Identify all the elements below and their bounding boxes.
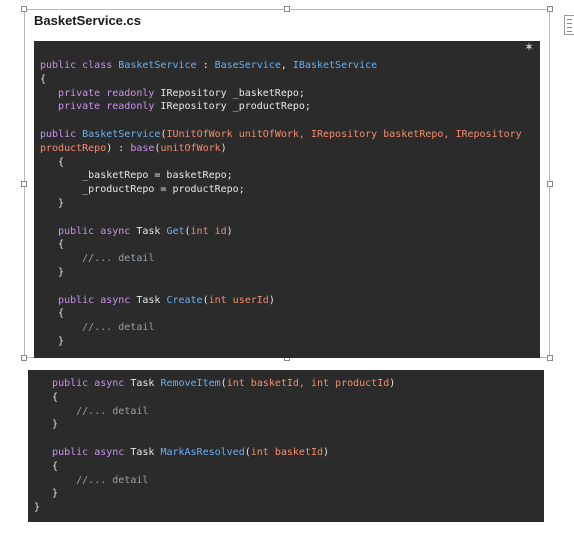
code-line: //... detail: [40, 321, 540, 335]
code-token: RemoveItem: [160, 378, 221, 389]
code-token: :: [196, 60, 215, 71]
code-token: public async: [40, 225, 137, 237]
code-token: public: [40, 128, 83, 140]
code-token: unitOfWork: [160, 142, 221, 154]
code-line: _basketRepo = basketRepo;: [40, 169, 540, 183]
code-line: {: [34, 460, 544, 474]
code-line: {: [40, 307, 540, 321]
code-line: private readonly IRepository _basketRepo…: [40, 87, 540, 101]
file-title: BasketService.cs: [34, 13, 141, 28]
code-token: }: [34, 419, 59, 431]
code-token: int id: [190, 225, 227, 237]
code-token: }: [40, 266, 65, 278]
code-token: BasketService: [118, 60, 197, 71]
code-token: int basketId, int productId: [226, 378, 390, 389]
resize-handle-top-left[interactable]: [21, 6, 27, 12]
code-token: //... detail: [40, 253, 155, 265]
code-token: {: [40, 239, 65, 251]
code-token: {: [40, 73, 47, 85]
code-token: BasketService: [82, 128, 161, 140]
code-line: {: [34, 391, 544, 405]
resize-handle-bottom-right[interactable]: [547, 355, 553, 361]
code-line: }: [40, 266, 540, 280]
code-token: int basketId: [250, 446, 324, 458]
code-token: Task: [130, 378, 161, 389]
code-line: public class BasketService : BaseService…: [40, 59, 540, 73]
code-token: }: [40, 197, 65, 209]
code-line: public async Task Get(int id): [40, 225, 540, 239]
code-line: {: [40, 238, 540, 252]
code-token: private readonly: [40, 101, 161, 113]
code-token: //... detail: [34, 474, 149, 486]
code-token: Get: [166, 225, 185, 237]
code-line: }: [40, 335, 540, 349]
code-token: public async: [34, 446, 131, 458]
code-line: public async Task Create(int userId): [40, 294, 540, 308]
code-token: IUnitOfWork unitOfWork, IRepository bask…: [166, 128, 522, 140]
code-block-bottom[interactable]: public async Task RemoveItem(int basketI…: [28, 370, 544, 522]
code-line: //... detail: [34, 474, 544, 488]
resize-handle-bottom-left[interactable]: [21, 355, 27, 361]
list-icon[interactable]: [564, 15, 574, 35]
code-token: {: [34, 460, 59, 472]
code-line: }: [34, 501, 544, 515]
scatter-icon[interactable]: ✶: [521, 40, 537, 54]
code-token: IRepository _productRepo;: [160, 101, 311, 113]
code-token: MarkAsResolved: [160, 446, 245, 458]
code-token: ): [268, 294, 275, 306]
code-token: IRepository _basketRepo;: [160, 87, 305, 99]
code-line: productRepo) : base(unitOfWork): [40, 142, 540, 156]
code-token: public class: [40, 60, 119, 71]
code-line: public async Task MarkAsResolved(int bas…: [34, 446, 544, 460]
code-token: public async: [34, 378, 131, 389]
resize-handle-top-center[interactable]: [284, 6, 290, 12]
code-token: public async: [40, 294, 137, 306]
code-token: {: [40, 308, 65, 320]
code-token: }: [34, 502, 41, 514]
code-token: }: [34, 488, 59, 500]
code-line: {: [40, 73, 540, 87]
code-line: //... detail: [34, 405, 544, 419]
code-token: //... detail: [40, 322, 155, 334]
code-token: {: [40, 156, 65, 168]
code-token: ): [323, 446, 330, 458]
code-token: Task: [136, 294, 167, 306]
code-token: _basketRepo = basketRepo;: [40, 170, 233, 182]
code-token: ): [389, 378, 396, 389]
code-token: Task: [130, 446, 161, 458]
code-token: private readonly: [40, 87, 161, 99]
resize-handle-middle-right[interactable]: [547, 181, 553, 187]
code-token: base: [130, 142, 155, 154]
code-token: IBasketService: [292, 60, 378, 71]
code-token: _productRepo = productRepo;: [40, 184, 245, 196]
code-token: {: [34, 391, 59, 403]
resize-handle-top-right[interactable]: [547, 6, 553, 12]
resize-handle-middle-left[interactable]: [21, 181, 27, 187]
code-token: BaseService: [214, 60, 281, 71]
code-line: private readonly IRepository _productRep…: [40, 100, 540, 114]
code-block-top[interactable]: public class BasketService : BaseService…: [34, 41, 540, 358]
code-token: Create: [166, 294, 203, 306]
code-line: }: [34, 418, 544, 432]
code-line: {: [40, 156, 540, 170]
code-line: public async Task RemoveItem(int basketI…: [34, 377, 544, 391]
code-token: productRepo: [40, 142, 107, 154]
code-line: public BasketService(IUnitOfWork unitOfW…: [40, 128, 540, 142]
code-line: }: [40, 197, 540, 211]
code-token: ,: [280, 60, 293, 71]
code-token: Task: [136, 225, 167, 237]
code-token: ): [226, 225, 233, 237]
code-line: _productRepo = productRepo;: [40, 183, 540, 197]
code-line: }: [34, 487, 544, 501]
code-token: int userId: [208, 294, 269, 306]
code-token: }: [40, 335, 65, 347]
code-token: ) :: [106, 142, 131, 154]
code-token: //... detail: [34, 405, 149, 417]
code-line: //... detail: [40, 252, 540, 266]
code-token: ): [220, 142, 227, 154]
